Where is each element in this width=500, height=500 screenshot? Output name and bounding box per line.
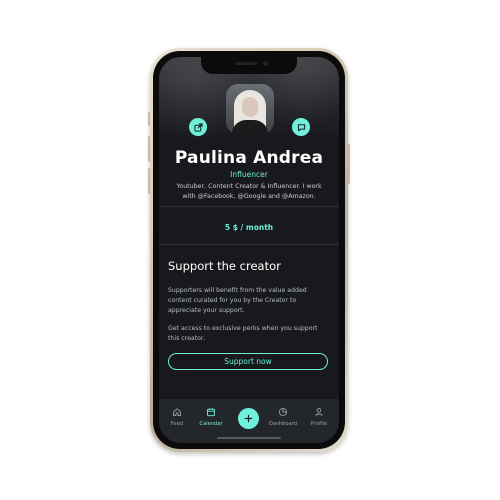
home-indicator bbox=[217, 437, 281, 439]
phone-side-button bbox=[148, 112, 150, 126]
speaker-icon bbox=[235, 62, 257, 65]
avatar bbox=[226, 84, 274, 134]
phone-notch bbox=[201, 57, 297, 74]
phone-side-button bbox=[148, 136, 150, 162]
profile-role: Influencer bbox=[230, 170, 268, 179]
chat-icon bbox=[297, 123, 305, 131]
subscription-price: 5 $ / month bbox=[224, 223, 274, 232]
tab-label: Profile bbox=[310, 421, 328, 427]
support-perks-text: Get access to exclusive perks when you s… bbox=[168, 325, 318, 342]
phone-side-button bbox=[348, 144, 350, 184]
support-description: Supporters will benefit from the value a… bbox=[168, 287, 307, 314]
profile-name: Paulina Andrea bbox=[174, 148, 324, 168]
support-section-title: Support the creator bbox=[168, 259, 281, 273]
share-icon bbox=[193, 122, 203, 132]
user-icon bbox=[315, 408, 323, 416]
share-button[interactable] bbox=[189, 118, 207, 136]
chat-button[interactable] bbox=[292, 118, 310, 136]
tab-label: Dashboard bbox=[268, 421, 298, 427]
tab-label: Feed bbox=[170, 421, 184, 427]
camera-icon bbox=[263, 61, 268, 66]
divider bbox=[159, 244, 339, 245]
tab-profile[interactable]: Profile bbox=[301, 399, 337, 443]
pie-chart-icon bbox=[278, 407, 288, 417]
home-icon bbox=[173, 408, 181, 417]
support-now-button[interactable]: Support now bbox=[168, 353, 328, 370]
calendar-icon bbox=[207, 408, 215, 417]
add-button[interactable] bbox=[238, 408, 259, 429]
tab-feed[interactable]: Feed bbox=[159, 399, 195, 443]
plus-icon bbox=[244, 414, 253, 423]
divider bbox=[159, 206, 339, 207]
profile-bio: Youtuber, Content Creator & Influencer. … bbox=[176, 183, 322, 200]
tab-label: Calendar bbox=[199, 421, 223, 427]
phone-side-button bbox=[148, 168, 150, 194]
phone-frame: Paulina Andrea Influencer Youtuber, Cont… bbox=[148, 48, 350, 452]
app-screen: Paulina Andrea Influencer Youtuber, Cont… bbox=[159, 57, 339, 443]
